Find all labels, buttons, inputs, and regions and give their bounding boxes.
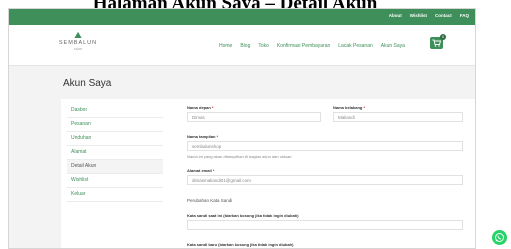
whatsapp-button[interactable] xyxy=(492,230,507,245)
topbar-link-contact[interactable]: Contact xyxy=(435,13,452,18)
page-frame: About Wishlist Contact FAQ ⛰ SEMBALUN SH… xyxy=(8,8,476,249)
menu-item-detail-akun[interactable]: Detail Akun xyxy=(67,160,163,174)
new-password-label: Kata sandi baru (biarkan kosong jika tid… xyxy=(187,242,294,247)
email-label: Alamat email * xyxy=(187,168,215,173)
cart-count-badge: 0 xyxy=(440,34,446,40)
nav-blog[interactable]: Blog xyxy=(240,43,250,49)
menu-item-keluar[interactable]: Keluar xyxy=(67,188,163,202)
nav-toko[interactable]: Toko xyxy=(258,43,269,49)
last-name-input[interactable]: Maliandi xyxy=(333,112,463,122)
current-password-label: Kata sandi saat ini (biarkan kosong jika… xyxy=(187,213,299,218)
menu-item-wishlist[interactable]: Wishlist xyxy=(67,174,163,188)
cart-icon xyxy=(432,39,441,47)
logo-name: SEMBALUN xyxy=(58,40,98,46)
current-password-input[interactable] xyxy=(187,220,463,230)
menu-item-alamat[interactable]: Alamat xyxy=(67,146,163,160)
first-name-label: Nama depan * xyxy=(187,105,214,110)
topbar-link-faq[interactable]: FAQ xyxy=(460,13,469,18)
nav-akun[interactable]: Akun Saya xyxy=(381,43,405,49)
logo-mountain-icon: ⛰ xyxy=(74,30,82,40)
site-header: ⛰ SEMBALUN SHOP Home Blog Toko Konfirmas… xyxy=(9,25,475,66)
main-nav: Home Blog Toko Konfirmasi Pembayaran Lac… xyxy=(219,43,405,49)
first-name-input[interactable]: Dimas xyxy=(187,112,321,122)
last-name-label: Nama belakang * xyxy=(333,105,366,110)
topbar-link-about[interactable]: About xyxy=(389,13,402,18)
page-title: Akun Saya xyxy=(63,78,112,89)
whatsapp-icon xyxy=(495,233,504,242)
menu-item-dasbor[interactable]: Dasbor xyxy=(67,104,163,118)
top-bar: About Wishlist Contact FAQ xyxy=(9,9,475,25)
password-section-title: Perubahan Kata Sandi xyxy=(187,198,233,203)
account-card: Dasbor Pesanan Unduhan Alamat Detail Aku… xyxy=(61,99,475,248)
email-input[interactable]: dimasmaliandi01@gmail.com xyxy=(187,175,463,185)
logo-sub: SHOP xyxy=(73,47,83,51)
nav-lacak[interactable]: Lacak Pesanan xyxy=(338,43,372,49)
logo[interactable]: ⛰ SEMBALUN SHOP xyxy=(55,30,101,52)
display-name-input[interactable]: sembalunshop xyxy=(187,141,463,151)
topbar-link-wishlist[interactable]: Wishlist xyxy=(410,13,427,18)
nav-konfirmasi[interactable]: Konfirmasi Pembayaran xyxy=(277,43,330,49)
nav-home[interactable]: Home xyxy=(219,43,232,49)
menu-item-pesanan[interactable]: Pesanan xyxy=(67,118,163,132)
display-name-hint: Nama ini yang akan ditampilkan di bagian… xyxy=(187,154,292,159)
display-name-label: Nama tampilan * xyxy=(187,134,219,139)
menu-item-unduhan[interactable]: Unduhan xyxy=(67,132,163,146)
account-menu: Dasbor Pesanan Unduhan Alamat Detail Aku… xyxy=(67,104,163,202)
cart-button[interactable]: 0 xyxy=(430,34,446,49)
